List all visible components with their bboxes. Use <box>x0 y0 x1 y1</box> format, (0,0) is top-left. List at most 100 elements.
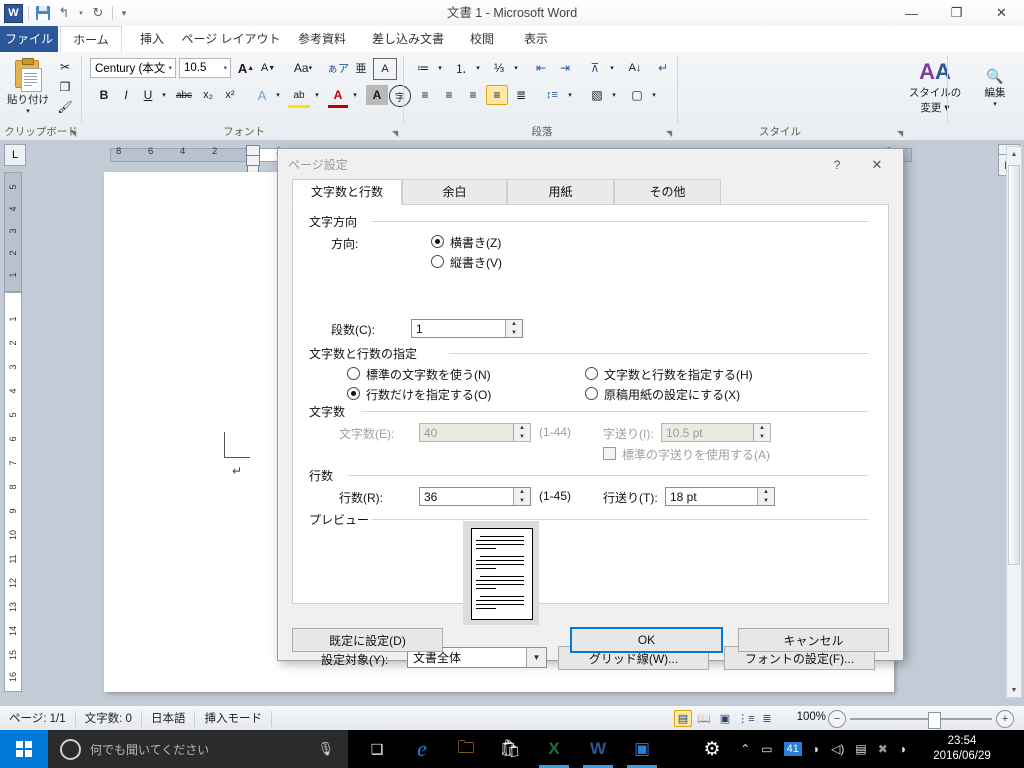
taskbar-edge-icon[interactable]: e <box>400 730 444 768</box>
dialog-tab-margins[interactable]: 余白 <box>402 179 507 205</box>
character-shading-icon[interactable]: A <box>366 85 388 105</box>
taskbar-file-explorer-icon[interactable]: 🗀 <box>444 730 488 768</box>
format-painter-icon[interactable]: 🖌 <box>56 98 74 115</box>
chars-count-spinner[interactable]: 40 ▲ ▼ <box>419 423 531 442</box>
zoom-out-button[interactable]: − <box>828 710 846 728</box>
chars-count-spinner-arrows[interactable]: ▲ ▼ <box>513 424 530 441</box>
line-spacing-dropdown-icon[interactable]: ▾ <box>564 85 576 105</box>
borders-icon[interactable]: ▢ <box>626 85 648 105</box>
multilevel-dropdown-icon[interactable]: ▾ <box>510 58 522 78</box>
ime-mode-icon[interactable]: 41 <box>783 742 802 756</box>
paragraph-dialog-launcher[interactable]: ◥ <box>666 129 675 138</box>
radio-default-chars[interactable] <box>347 367 360 380</box>
multilevel-list-icon[interactable]: ⅓ <box>488 58 510 78</box>
bold-icon[interactable]: B <box>94 85 114 105</box>
sort-asian-icon[interactable]: ⊼ <box>584 58 606 78</box>
full-screen-reading-icon[interactable]: 📖 <box>695 710 713 727</box>
styles-dialog-launcher[interactable]: ◥ <box>897 129 906 138</box>
tab-insert[interactable]: 挿入 <box>126 26 178 52</box>
radio-manuscript-grid-label[interactable]: 原稿用紙の設定にする(X) <box>604 386 740 403</box>
char-pitch-spinner-arrows[interactable]: ▲ ▼ <box>753 424 770 441</box>
shading-icon[interactable]: ▧ <box>586 85 608 105</box>
align-center-icon[interactable]: ≡ <box>438 85 460 105</box>
radio-lines-only[interactable] <box>347 387 360 400</box>
use-default-pitch-label[interactable]: 標準の字送りを使用する(A) <box>622 446 770 463</box>
customize-qat-icon[interactable]: ▾ <box>118 4 130 22</box>
numbering-dropdown-icon[interactable]: ▾ <box>472 58 484 78</box>
bullets-icon[interactable]: ≔ <box>412 58 434 78</box>
font-color-dropdown-icon[interactable]: ▾ <box>349 85 361 105</box>
highlight-icon[interactable]: ab <box>288 85 310 108</box>
italic-icon[interactable]: I <box>116 85 136 105</box>
show-formatting-marks-icon[interactable]: ↵ <box>652 58 674 78</box>
underline-dropdown-icon[interactable]: ▾ <box>158 85 170 105</box>
task-view-icon[interactable]: ❑ <box>355 730 399 768</box>
editing-caret-icon[interactable]: ▾ <box>993 100 997 108</box>
radio-chars-and-lines-label[interactable]: 文字数と行数を指定する(H) <box>604 366 753 383</box>
ime-tool-icon[interactable]: ◑ <box>899 742 906 756</box>
web-layout-icon[interactable]: ▣ <box>716 710 734 727</box>
taskbar-powerpoint-icon[interactable]: ▣ <box>620 730 664 768</box>
network-icon[interactable]: ◗ <box>813 742 820 756</box>
zoom-thumb[interactable] <box>928 712 941 729</box>
chevron-down-icon[interactable]: ▼ <box>526 648 546 667</box>
shrink-font-icon[interactable]: A ▼ <box>258 58 278 78</box>
font-size-combo[interactable]: 10.5 ▾ <box>179 58 231 78</box>
tab-view[interactable]: 表示 <box>510 26 562 52</box>
vertical-scrollbar[interactable]: ▲ ▼ <box>1006 146 1022 698</box>
maximize-button[interactable]: ❐ <box>934 0 979 26</box>
text-effects-dropdown-icon[interactable]: ▾ <box>272 85 284 105</box>
zoom-slider[interactable]: − + <box>828 710 1014 729</box>
undo-dropdown-icon[interactable]: ▾ <box>76 4 86 22</box>
columns-spinner-arrows[interactable]: ▲ ▼ <box>505 320 522 337</box>
set-as-default-button[interactable]: 既定に設定(D) <box>292 628 443 652</box>
taskbar-excel-icon[interactable]: X <box>532 730 576 768</box>
volume-icon[interactable]: ◁) <box>831 742 844 756</box>
columns-spinner[interactable]: 1 ▲ ▼ <box>411 319 523 338</box>
bullets-dropdown-icon[interactable]: ▾ <box>434 58 446 78</box>
numbering-icon[interactable]: ⒈ <box>450 58 472 78</box>
close-button[interactable]: ✕ <box>979 0 1024 26</box>
font-color-icon[interactable]: A <box>328 85 348 108</box>
zoom-track[interactable] <box>850 718 992 720</box>
lines-count-spinner[interactable]: 36 ▲ ▼ <box>419 487 531 506</box>
shading-dropdown-icon[interactable]: ▾ <box>608 85 620 105</box>
decrease-indent-icon[interactable]: ⇤ <box>530 58 552 78</box>
clear-formatting-icon[interactable]: A <box>373 58 397 80</box>
dialog-tab-chars-lines[interactable]: 文字数と行数 <box>292 179 402 205</box>
radio-vertical[interactable] <box>431 255 444 268</box>
tab-mailings[interactable]: 差し込み文書 <box>362 26 454 52</box>
font-name-combo[interactable]: Century (本文 ▾ <box>90 58 176 78</box>
dialog-tab-paper[interactable]: 用紙 <box>507 179 614 205</box>
clock[interactable]: 23:54 2016/06/29 <box>912 734 1012 764</box>
lines-count-spinner-arrows[interactable]: ▲ ▼ <box>513 488 530 505</box>
cut-icon[interactable]: ✂ <box>56 58 74 75</box>
enclose-characters-icon[interactable]: 亜 <box>351 58 371 78</box>
tab-page-layout[interactable]: ページ レイアウト <box>180 26 282 52</box>
minimize-button[interactable]: — <box>889 0 934 26</box>
scrollbar-thumb[interactable] <box>1008 165 1020 565</box>
text-effects-icon[interactable]: A <box>252 85 272 105</box>
underline-icon[interactable]: U <box>138 85 158 105</box>
draft-icon[interactable]: ≣ <box>758 710 776 727</box>
radio-horizontal[interactable] <box>431 235 444 248</box>
editing-button[interactable]: 🔍 編集 ▾ <box>972 60 1018 116</box>
scroll-up-icon[interactable]: ▲ <box>1007 147 1021 161</box>
status-word-count[interactable]: 文字数: 0 <box>76 710 142 727</box>
status-page[interactable]: ページ: 1/1 <box>0 710 76 727</box>
radio-default-chars-label[interactable]: 標準の文字数を使う(N) <box>366 366 491 383</box>
tab-home[interactable]: ホーム <box>60 26 122 52</box>
radio-manuscript-grid[interactable] <box>585 387 598 400</box>
taskbar-word-icon[interactable]: W <box>576 730 620 768</box>
line-pitch-spinner-arrows[interactable]: ▲ ▼ <box>757 488 774 505</box>
change-case-icon[interactable]: Aa ▾ <box>288 58 318 78</box>
onedrive-error-icon[interactable]: ✖ <box>878 742 888 756</box>
radio-lines-only-label[interactable]: 行数だけを指定する(O) <box>366 386 491 403</box>
line-pitch-spinner[interactable]: 18 pt ▲ ▼ <box>665 487 775 506</box>
align-justify-icon[interactable]: ≡ <box>486 85 508 105</box>
save-icon[interactable] <box>34 4 52 22</box>
zoom-level[interactable]: 100% <box>797 711 826 723</box>
zoom-in-button[interactable]: + <box>996 710 1014 728</box>
battery-icon[interactable]: ▭ <box>761 742 772 756</box>
dialog-help-icon[interactable]: ? <box>823 155 851 175</box>
